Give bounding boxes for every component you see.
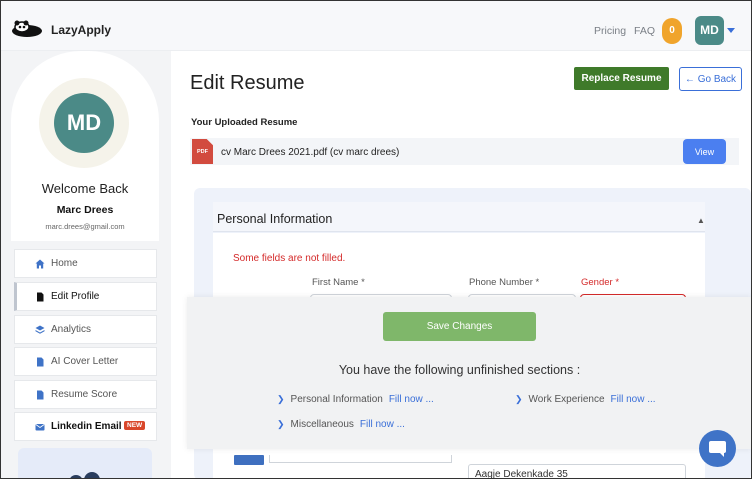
first-name-label: First Name * [312,277,365,288]
chevron-down-icon[interactable] [727,28,735,33]
chevron-right-icon: ❯ [277,394,285,404]
user-email: marc.drees@gmail.com [45,222,125,231]
chat-icon-tail [719,452,724,457]
profile-card: MD Welcome Back Marc Drees marc.drees@gm… [11,51,159,241]
welcome-text: Welcome Back [41,181,129,196]
location-input[interactable] [269,455,452,463]
sidebar-item-home[interactable]: Home [14,249,157,278]
document-icon [37,357,44,367]
gender-label: Gender * [581,277,620,288]
document-icon [37,292,44,302]
chevron-up-icon[interactable]: ▲ [697,216,705,225]
unfinished-item-personal-information: ❯ Personal Information Fill now ... [277,394,434,405]
panda-logo-icon[interactable] [10,20,44,38]
unfinished-item-miscellaneous: ❯ Miscellaneous Fill now ... [277,419,405,430]
profile-avatar: MD [54,93,114,153]
sidebar-item-label: Resume Score [51,389,118,400]
credits-badge[interactable]: 0 [662,18,682,44]
layers-icon [35,325,45,334]
personal-information-header[interactable]: Personal Information ▲ [213,202,705,232]
user-avatar-button[interactable]: MD [695,16,724,45]
fill-now-link[interactable]: Fill now ... [389,394,434,405]
phone-number-label: Phone Number * [469,277,540,288]
home-icon [35,259,45,269]
new-badge: NEW [124,421,146,430]
sidebar-item-ai-cover-letter[interactable]: AI Cover Letter [14,347,157,376]
save-changes-button[interactable]: Save Changes [383,312,536,341]
brand-name[interactable]: LazyApply [51,23,111,37]
sidebar-item-label: AI Cover Letter [51,356,119,367]
fill-now-link[interactable]: Fill now ... [360,419,405,430]
sidebar-item-resume-score[interactable]: Resume Score [14,380,157,409]
section-title: Personal Information [217,212,333,226]
chevron-right-icon: ❯ [277,419,285,429]
unfinished-section-label: Miscellaneous [290,419,354,430]
envelope-icon [35,424,45,431]
unfinished-section-label: Work Experience [528,394,605,405]
nav-faq-link[interactable]: FAQ [634,25,655,37]
sidebar-item-label: Linkedin Email [51,421,122,432]
sidebar-item-label: Analytics [51,324,92,335]
replace-resume-button[interactable]: Replace Resume [574,67,669,90]
chat-support-button[interactable] [699,430,736,467]
address-input[interactable]: Aagje Dekenkade 35 [468,464,686,478]
top-navbar: LazyApply Pricing FAQ 0 MD [1,1,751,51]
chevron-right-icon: ❯ [515,394,523,404]
sidebar-item-label: Edit Profile [51,291,100,302]
unfinished-item-work-experience: ❯ Work Experience Fill now ... [515,394,656,405]
missing-fields-warning: Some fields are not filled. [233,253,346,264]
fill-now-link[interactable]: Fill now ... [611,394,656,405]
nav-pricing-link[interactable]: Pricing [594,25,626,37]
sidebar-item-edit-profile[interactable]: Edit Profile [14,282,157,311]
file-name: cv Marc Drees 2021.pdf (cv marc drees) [221,147,400,158]
pdf-file-icon: PDF [192,139,213,164]
go-back-button[interactable]: ← Go Back [679,67,742,91]
promo-card [18,448,152,478]
view-resume-button[interactable]: View [683,139,726,164]
unfinished-heading: You have the following unfinished sectio… [338,363,581,377]
promo-illustration-icon [70,472,100,478]
sidebar: MD Welcome Back Marc Drees marc.drees@gm… [1,51,171,478]
page-title: Edit Resume [190,72,305,94]
document-icon [37,390,44,400]
unfinished-section-label: Personal Information [290,394,383,405]
user-name: Marc Drees [56,204,114,216]
app-window: LazyApply Pricing FAQ 0 MD MD Welcome Ba… [0,0,752,479]
uploaded-resume-heading: Your Uploaded Resume [191,117,298,128]
uploaded-file-row: PDF cv Marc Drees 2021.pdf (cv marc dree… [190,138,739,165]
country-code-flag[interactable] [234,455,264,465]
unfinished-sections-panel: Save Changes You have the following unfi… [187,297,751,449]
sidebar-item-linkedin-email[interactable]: Linkedin Email NEW [14,412,157,441]
sidebar-item-label: Home [51,258,78,269]
sidebar-item-analytics[interactable]: Analytics [14,315,157,344]
